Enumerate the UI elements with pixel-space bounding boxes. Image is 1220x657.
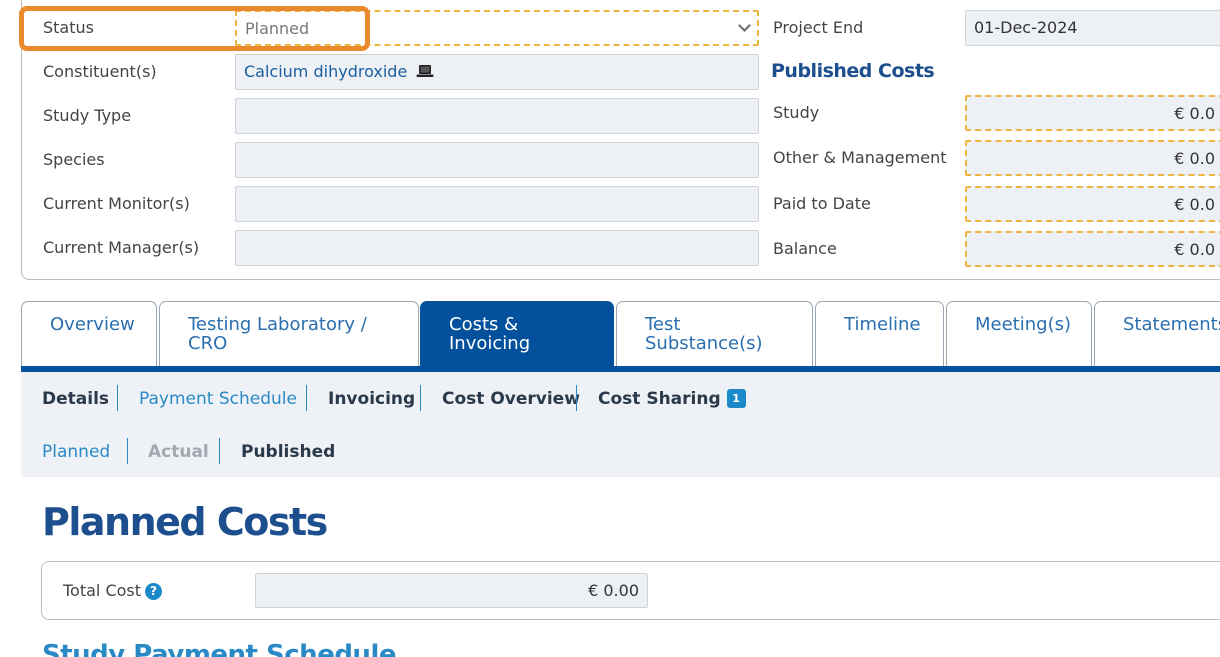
- subnav-actual[interactable]: Actual: [148, 442, 209, 462]
- tab-meetings[interactable]: Meeting(s): [946, 301, 1092, 367]
- tab-testing-laboratory[interactable]: Testing Laboratory / CRO: [159, 301, 419, 367]
- subnav-published[interactable]: Published: [241, 442, 335, 462]
- study-type-label: Study Type: [43, 106, 132, 125]
- tab-label: Invoicing: [449, 333, 531, 354]
- tab-label: Testing Laboratory /: [188, 314, 367, 335]
- balance-field: € 0.0: [965, 231, 1220, 267]
- subnav-divider: [127, 438, 128, 464]
- tab-label: CRO: [188, 333, 228, 354]
- subnav-planned[interactable]: Planned: [42, 442, 110, 462]
- total-cost-label-text: Total Cost: [63, 581, 142, 600]
- tab-label: Meeting(s): [975, 314, 1071, 335]
- tab-timeline[interactable]: Timeline: [815, 301, 944, 367]
- species-field: [235, 142, 759, 178]
- published-study-field: € 0.0: [965, 95, 1220, 131]
- cost-sharing-count-badge: 1: [726, 389, 746, 408]
- subnav-cost-overview[interactable]: Cost Overview: [442, 389, 580, 409]
- tab-overview[interactable]: Overview: [21, 301, 157, 367]
- paid-to-date-label: Paid to Date: [773, 194, 871, 213]
- chevron-down-icon: [738, 19, 751, 32]
- page-title: Planned Costs: [42, 500, 328, 544]
- published-costs-heading: Published Costs: [771, 60, 935, 82]
- tab-label: Test: [645, 314, 681, 335]
- total-cost-value: € 0.00: [588, 581, 639, 600]
- tab-costs-invoicing[interactable]: Costs & Invoicing: [420, 301, 614, 367]
- tab-label: Timeline: [844, 314, 921, 335]
- tab-label: Substance(s): [645, 333, 763, 354]
- balance-value: € 0.0: [1174, 240, 1215, 259]
- current-monitors-field: [235, 186, 759, 222]
- subnav-divider: [117, 385, 118, 411]
- tab-statements[interactable]: Statements: [1094, 301, 1220, 367]
- subnav-divider: [219, 438, 220, 464]
- tab-label: Statements: [1123, 314, 1220, 335]
- constituent-link[interactable]: Calcium dihydroxide: [244, 62, 407, 81]
- published-other-label: Other & Management: [773, 148, 947, 167]
- subnav-payment-schedule[interactable]: Payment Schedule: [139, 389, 297, 409]
- constituents-field: Calcium dihydroxide: [235, 54, 759, 90]
- balance-label: Balance: [773, 239, 837, 258]
- constituents-label: Constituent(s): [43, 62, 157, 81]
- study-type-field: [235, 98, 759, 134]
- total-cost-label: Total Cost?: [63, 581, 163, 600]
- tab-test-substances[interactable]: Test Substance(s): [616, 301, 813, 367]
- laptop-icon: [416, 56, 434, 90]
- species-label: Species: [43, 150, 105, 169]
- help-icon[interactable]: ?: [145, 583, 163, 600]
- published-study-value: € 0.0: [1174, 104, 1215, 123]
- published-other-value: € 0.0: [1174, 149, 1215, 168]
- current-monitors-label: Current Monitor(s): [43, 194, 190, 213]
- status-highlight-annotation: [19, 6, 370, 51]
- current-managers-label: Current Manager(s): [43, 238, 200, 257]
- paid-to-date-field: € 0.0: [965, 186, 1220, 222]
- subnav-cost-sharing[interactable]: Cost Sharing 1: [598, 389, 746, 409]
- subnav-cost-sharing-label: Cost Sharing: [598, 389, 721, 409]
- project-end-label: Project End: [773, 18, 864, 37]
- section-title: Study Payment Schedule: [42, 640, 397, 657]
- subnav-invoicing[interactable]: Invoicing: [328, 389, 415, 409]
- subnav-divider: [420, 385, 421, 411]
- published-study-label: Study: [773, 103, 820, 122]
- tab-label: Overview: [50, 314, 135, 335]
- subnav-divider: [576, 385, 577, 411]
- tab-label: Costs &: [449, 314, 519, 335]
- paid-to-date-value: € 0.0: [1174, 195, 1215, 214]
- subnav-divider: [306, 385, 307, 411]
- project-end-value: 01-Dec-2024: [974, 18, 1078, 37]
- subnav-details[interactable]: Details: [42, 389, 109, 409]
- current-managers-field: [235, 230, 759, 266]
- total-cost-field: € 0.00: [255, 573, 648, 608]
- project-end-field: 01-Dec-2024: [965, 10, 1220, 46]
- published-other-field: € 0.0: [965, 140, 1220, 176]
